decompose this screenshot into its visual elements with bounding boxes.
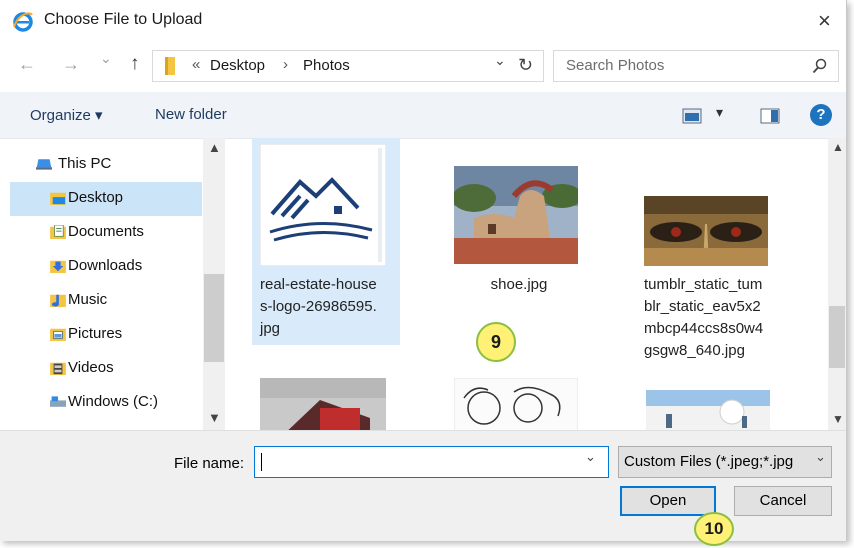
view-options-dropdown-icon[interactable]: ▾ [716,104,723,121]
sidebar-item-desktop[interactable]: Desktop [10,182,202,216]
sidebar-scroll-thumb[interactable] [204,274,224,362]
breadcrumb-photos[interactable]: Photos [303,57,350,74]
breadcrumb-desktop[interactable]: Desktop [210,57,265,74]
sidebar-item-this-pc[interactable]: This PC [10,148,202,182]
downloads-icon [50,260,66,273]
house-logo-thumbnail [260,144,386,266]
red-building-thumbnail[interactable] [260,378,386,430]
recent-locations-icon[interactable]: ⌄ [100,50,112,67]
file-list-scrollbar[interactable]: ▲ ▼ [828,138,846,430]
file-tile-shoe[interactable]: shoe.jpg [442,138,590,345]
file-name: tumblr_static_tum blr_static_eav5x2 mbcp… [644,274,763,362]
sidebar-item-music[interactable]: Music [10,284,202,318]
dialog-title: Choose File to Upload [44,11,203,28]
file-name-line: gsgw8_640.jpg [644,342,745,359]
file-list: real-estate-house s-logo-26986595. jpg s… [226,138,846,430]
address-dropdown-icon[interactable]: ⌄ [494,52,506,69]
file-name-label: File name: [174,455,245,472]
file-name-line: blr_static_eav5x2 [644,298,761,315]
computer-icon [36,159,52,170]
file-name: real-estate-house s-logo-26986595. jpg [260,274,377,340]
file-name-line: shoe.jpg [490,276,548,293]
search-placeholder: Search Photos [566,57,665,74]
file-name-line: s-logo-26986595. [260,298,377,315]
file-name-line: mbcp44ccs8s0w4 [644,320,764,337]
file-type-value: Custom Files (*.jpeg;*.jpg [624,453,794,470]
folder-icon [165,57,175,75]
sidebar-item-label: Windows (C:) [68,393,159,410]
close-icon[interactable]: × [818,8,831,34]
step-9-badge: 9 [476,322,516,362]
sidebar-item-documents[interactable]: Documents [10,216,202,250]
back-arrow-icon[interactable]: ← [18,54,36,75]
file-list-scroll-thumb[interactable] [829,306,845,368]
file-type-dropdown-icon[interactable]: ⌄ [815,449,826,465]
change-view-icon[interactable] [682,108,702,124]
file-name-input[interactable]: ⌄ [254,446,609,478]
cancel-button[interactable]: Cancel [734,486,832,516]
internet-explorer-icon [13,12,33,32]
file-name: shoe.jpg [474,274,564,296]
sidebar-item-label: Music [68,291,108,308]
path-overflow[interactable]: « [192,56,200,73]
sidebar-item-label: Pictures [68,325,123,342]
sidebar-item-videos[interactable]: Videos [10,352,202,386]
file-name-dropdown-icon[interactable]: ⌄ [585,449,596,465]
file-upload-dialog: Choose File to Upload × ← → ⌄ ↑ « Deskto… [0,0,847,546]
sidebar-item-label: This PC [58,155,112,172]
sidebar-item-pictures[interactable]: Pictures [10,318,202,352]
file-name-line: real-estate-house [260,276,377,293]
shoe-house-thumbnail [454,166,578,264]
file-name-line: tumblr_static_tum [644,276,763,293]
organize-button[interactable]: Organize ▾ [30,106,103,124]
pictures-icon [50,328,66,341]
sidebar-item-label: Desktop [68,189,124,206]
breadcrumb-separator-icon: › [283,56,288,73]
up-arrow-icon[interactable]: ↑ [130,53,140,75]
documents-icon [50,225,66,239]
navigation-pane: This PC Desktop Documents Downloads Musi… [0,138,226,430]
sidebar-item-label: Videos [68,359,114,376]
sidebar-item-windows-c[interactable]: Windows (C:) [10,386,202,420]
file-type-select[interactable]: Custom Files (*.jpeg;*.jpg ⌄ [618,446,832,478]
file-name-line: jpg [260,320,281,337]
search-icon[interactable] [812,58,828,74]
preview-pane-icon[interactable] [760,108,780,124]
sidebar-item-label: Downloads [68,257,143,274]
text-cursor [261,453,262,471]
sidebar-item-label: Documents [68,223,144,240]
eyes-artwork-thumbnail [644,196,768,266]
videos-icon [50,362,66,375]
forward-arrow-icon[interactable]: → [62,54,80,75]
title-bar: Choose File to Upload × [0,0,846,42]
drive-icon [50,396,66,407]
file-tile-real-estate-logo[interactable]: real-estate-house s-logo-26986595. jpg [252,138,400,345]
sidebar-item-downloads[interactable]: Downloads [10,250,202,284]
file-tile-tumblr[interactable]: tumblr_static_tum blr_static_eav5x2 mbcp… [632,138,792,368]
open-button[interactable]: Open [620,486,716,516]
sidebar-scrollbar[interactable]: ▲ ▼ [203,138,225,430]
folder-icon [50,192,66,205]
white-building-thumbnail[interactable] [646,390,770,430]
cartoon-sketch-thumbnail[interactable] [454,378,578,430]
music-icon [50,294,66,307]
step-10-badge: 10 [694,512,734,546]
new-folder-button[interactable]: New folder [155,106,227,123]
help-icon[interactable]: ? [810,104,832,126]
refresh-icon[interactable]: ↻ [518,55,533,76]
